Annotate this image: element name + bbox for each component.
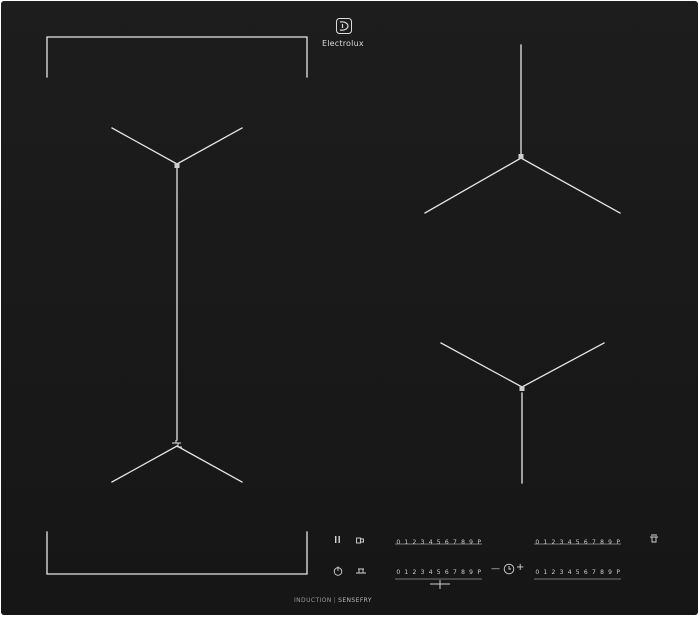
power-level[interactable]: 0 bbox=[396, 569, 401, 576]
power-level[interactable]: 6 bbox=[445, 539, 450, 546]
power-level[interactable]: 9 bbox=[608, 539, 613, 546]
power-level[interactable]: 6 bbox=[584, 539, 589, 546]
timer-icon[interactable] bbox=[503, 563, 515, 577]
power-level[interactable]: 9 bbox=[469, 539, 474, 546]
power-level[interactable]: 6 bbox=[445, 569, 450, 576]
power-level[interactable]: 0 bbox=[535, 569, 540, 576]
power-level[interactable]: 1 bbox=[404, 539, 409, 546]
power-slider-bottom-right[interactable]: 0123456789P bbox=[535, 569, 620, 576]
power-level[interactable]: P bbox=[477, 539, 482, 546]
electrolux-logo-icon bbox=[336, 18, 352, 34]
bridge-icon[interactable] bbox=[355, 566, 367, 578]
power-level[interactable]: 8 bbox=[600, 539, 605, 546]
power-level[interactable]: 5 bbox=[575, 539, 580, 546]
power-level[interactable]: 6 bbox=[584, 569, 589, 576]
induction-label: INDUCTION bbox=[294, 597, 332, 604]
power-level[interactable]: 2 bbox=[412, 539, 417, 546]
power-level[interactable]: 7 bbox=[453, 569, 458, 576]
power-level[interactable]: 9 bbox=[469, 569, 474, 576]
power-level[interactable]: 7 bbox=[592, 539, 597, 546]
power-level[interactable]: 3 bbox=[420, 569, 425, 576]
power-level[interactable]: 1 bbox=[543, 539, 548, 546]
pause-icon[interactable] bbox=[334, 536, 342, 547]
zone-bottom-right-mark bbox=[440, 342, 605, 388]
power-level[interactable]: 9 bbox=[608, 569, 613, 576]
bridge-zone-bracket-bottom bbox=[46, 531, 308, 575]
zone-top-right-dot bbox=[518, 154, 524, 159]
bridge-zone-top-mark bbox=[111, 127, 243, 165]
power-level[interactable]: 5 bbox=[575, 569, 580, 576]
zone-top-right-mark bbox=[424, 157, 621, 214]
power-level[interactable]: 2 bbox=[412, 569, 417, 576]
hob2hood-icon[interactable] bbox=[649, 534, 659, 546]
bridge-link-mark bbox=[430, 580, 450, 589]
power-level[interactable]: 3 bbox=[559, 539, 564, 546]
brand-name: Electrolux bbox=[322, 39, 364, 48]
power-level[interactable]: 4 bbox=[567, 539, 572, 546]
power-level[interactable]: 1 bbox=[404, 569, 409, 576]
power-level[interactable]: 4 bbox=[567, 569, 572, 576]
power-level[interactable]: 4 bbox=[428, 539, 433, 546]
power-level[interactable]: P bbox=[616, 539, 621, 546]
child-lock-icon[interactable] bbox=[356, 537, 365, 547]
power-level[interactable]: 7 bbox=[453, 539, 458, 546]
power-level[interactable]: 5 bbox=[436, 569, 441, 576]
power-level[interactable]: 3 bbox=[420, 539, 425, 546]
power-slider-front-left[interactable]: 0123456789P bbox=[396, 539, 481, 546]
bridge-zone-top-dot bbox=[174, 163, 180, 168]
power-level[interactable]: 2 bbox=[551, 539, 556, 546]
power-level[interactable]: 0 bbox=[535, 539, 540, 546]
bridge-zone-bracket-top bbox=[46, 36, 308, 78]
timer-plus-button[interactable]: + bbox=[516, 563, 524, 573]
power-level[interactable]: 2 bbox=[551, 569, 556, 576]
power-level[interactable]: 4 bbox=[428, 569, 433, 576]
power-slider-rear-left[interactable]: 0123456789P bbox=[396, 569, 481, 576]
power-slider-top-right[interactable]: 0123456789P bbox=[535, 539, 620, 546]
product-features-label: INDUCTION | SENSEFRY bbox=[294, 597, 372, 604]
power-level[interactable]: 7 bbox=[592, 569, 597, 576]
footer-separator: | bbox=[333, 597, 337, 604]
power-level[interactable]: 8 bbox=[461, 569, 466, 576]
power-level[interactable]: 8 bbox=[461, 539, 466, 546]
power-icon[interactable] bbox=[333, 566, 343, 578]
timer-minus-button[interactable]: — bbox=[491, 565, 500, 574]
power-level[interactable]: P bbox=[616, 569, 621, 576]
zone-bottom-right-dot bbox=[519, 386, 525, 391]
power-level[interactable]: 5 bbox=[436, 539, 441, 546]
power-level[interactable]: 0 bbox=[396, 539, 401, 546]
bridge-zone-bottom-mark bbox=[111, 445, 243, 483]
power-level[interactable]: 8 bbox=[600, 569, 605, 576]
power-level[interactable]: P bbox=[477, 569, 482, 576]
sensefry-label: SENSEFRY bbox=[338, 597, 372, 604]
power-level[interactable]: 1 bbox=[543, 569, 548, 576]
power-level[interactable]: 3 bbox=[559, 569, 564, 576]
cooking-zone-markings bbox=[46, 36, 621, 589]
